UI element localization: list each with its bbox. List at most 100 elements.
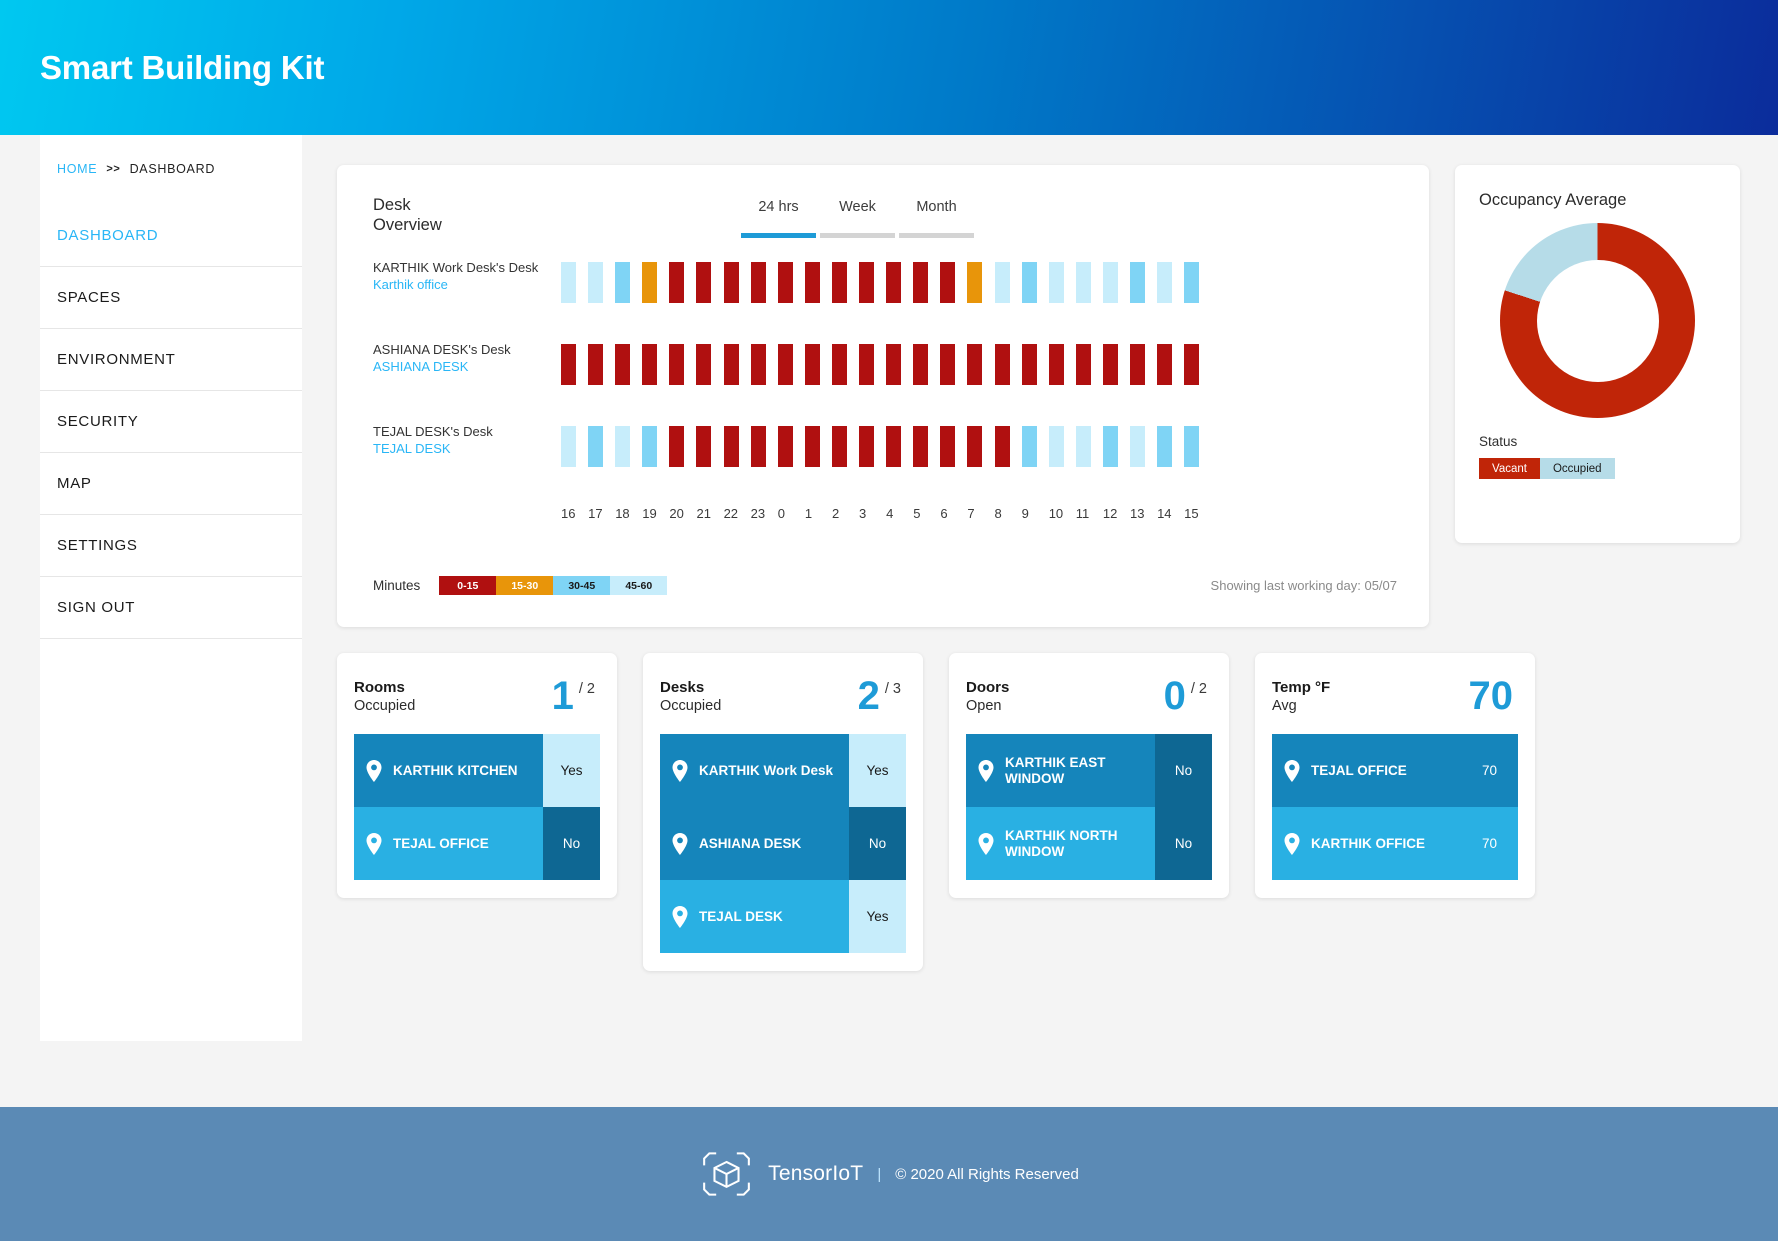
heatmap-row-location[interactable]: ASHIANA DESK xyxy=(373,359,561,376)
heatmap-cell[interactable] xyxy=(1075,344,1091,385)
heatmap-cell[interactable] xyxy=(913,344,929,385)
heatmap-cell[interactable] xyxy=(750,262,766,303)
app-title: Smart Building Kit xyxy=(40,48,325,86)
heatmap-cell[interactable] xyxy=(723,344,739,385)
stat-row[interactable]: KARTHIK OFFICE 70 xyxy=(1272,807,1518,881)
heatmap-cell[interactable] xyxy=(642,344,658,385)
heatmap-cell[interactable] xyxy=(561,344,576,385)
heatmap-cell[interactable] xyxy=(940,262,956,303)
stat-row[interactable]: TEJAL DESK Yes xyxy=(660,880,906,954)
heatmap-cell[interactable] xyxy=(642,426,658,467)
tab-week[interactable]: Week xyxy=(818,199,897,238)
heatmap-cell[interactable] xyxy=(1021,344,1037,385)
sidebar-item-dashboard[interactable]: DASHBOARD xyxy=(40,205,302,267)
heatmap-cell[interactable] xyxy=(994,344,1010,385)
stat-row[interactable]: KARTHIK EAST WINDOW No xyxy=(966,734,1212,808)
heatmap-cell[interactable] xyxy=(1021,426,1037,467)
heatmap-cell[interactable] xyxy=(831,262,847,303)
sidebar-item-spaces[interactable]: SPACES xyxy=(40,267,302,329)
heatmap-cell[interactable] xyxy=(777,426,793,467)
heatmap-cell[interactable] xyxy=(831,426,847,467)
heatmap-cell[interactable] xyxy=(804,426,820,467)
sidebar-item-settings[interactable]: SETTINGS xyxy=(40,515,302,577)
sidebar-item-security[interactable]: SECURITY xyxy=(40,391,302,453)
heatmap-row-location[interactable]: TEJAL DESK xyxy=(373,441,561,458)
heatmap-cell[interactable] xyxy=(615,344,631,385)
heatmap-cell[interactable] xyxy=(886,426,902,467)
heatmap-cell[interactable] xyxy=(777,262,793,303)
heatmap-cell[interactable] xyxy=(1184,344,1200,385)
heatmap-cell[interactable] xyxy=(615,426,631,467)
heatmap-cell[interactable] xyxy=(940,344,956,385)
breadcrumb-home[interactable]: HOME xyxy=(57,162,97,176)
heatmap-cell[interactable] xyxy=(615,262,631,303)
heatmap-cell[interactable] xyxy=(1102,262,1118,303)
heatmap-cell[interactable] xyxy=(967,426,983,467)
heatmap-cell[interactable] xyxy=(940,426,956,467)
heatmap-cell[interactable] xyxy=(588,426,604,467)
heatmap-cell[interactable] xyxy=(994,262,1010,303)
time-range-tabs: 24 hrs Week Month xyxy=(739,199,976,238)
heatmap-cell[interactable] xyxy=(1075,262,1091,303)
heatmap-cell[interactable] xyxy=(669,344,685,385)
stat-row[interactable]: ASHIANA DESK No xyxy=(660,807,906,881)
heatmap-cell[interactable] xyxy=(588,344,604,385)
heatmap-cell[interactable] xyxy=(1184,262,1200,303)
heatmap-cell[interactable] xyxy=(886,262,902,303)
stat-row[interactable]: KARTHIK KITCHEN Yes xyxy=(354,734,600,808)
heatmap-cell[interactable] xyxy=(696,344,712,385)
heatmap-row-location[interactable]: Karthik office xyxy=(373,277,561,294)
occupancy-legend-vacant[interactable]: Vacant xyxy=(1479,458,1540,479)
heatmap-cell[interactable] xyxy=(859,262,875,303)
stat-row[interactable]: KARTHIK NORTH WINDOW No xyxy=(966,807,1212,881)
stat-row[interactable]: KARTHIK Work Desk Yes xyxy=(660,734,906,808)
heatmap-cell[interactable] xyxy=(750,344,766,385)
heatmap-cell[interactable] xyxy=(1048,426,1064,467)
heatmap-cell[interactable] xyxy=(804,262,820,303)
heatmap-cell[interactable] xyxy=(831,344,847,385)
heatmap-cell[interactable] xyxy=(777,344,793,385)
heatmap-cell[interactable] xyxy=(1157,344,1173,385)
occupancy-legend-occupied[interactable]: Occupied xyxy=(1539,458,1615,479)
heatmap-cell[interactable] xyxy=(561,426,576,467)
heatmap-cell[interactable] xyxy=(1048,344,1064,385)
heatmap-cell[interactable] xyxy=(669,262,685,303)
stat-row[interactable]: TEJAL OFFICE 70 xyxy=(1272,734,1518,808)
tab-month[interactable]: Month xyxy=(897,199,976,238)
heatmap-cell[interactable] xyxy=(1129,262,1145,303)
heatmap-cell[interactable] xyxy=(750,426,766,467)
heatmap-cell[interactable] xyxy=(1184,426,1200,467)
sidebar-item-environment[interactable]: ENVIRONMENT xyxy=(40,329,302,391)
heatmap-cell[interactable] xyxy=(994,426,1010,467)
heatmap-cell[interactable] xyxy=(886,344,902,385)
heatmap-cell[interactable] xyxy=(723,262,739,303)
stat-row[interactable]: TEJAL OFFICE No xyxy=(354,807,600,881)
heatmap-cell[interactable] xyxy=(561,262,576,303)
heatmap-cell[interactable] xyxy=(1102,344,1118,385)
heatmap-cell[interactable] xyxy=(723,426,739,467)
heatmap-cell[interactable] xyxy=(913,426,929,467)
heatmap-cell[interactable] xyxy=(1157,426,1173,467)
heatmap-cell[interactable] xyxy=(1075,426,1091,467)
heatmap-cell[interactable] xyxy=(1021,262,1037,303)
heatmap-cell[interactable] xyxy=(1157,262,1173,303)
sidebar-item-sign-out[interactable]: SIGN OUT xyxy=(40,577,302,639)
heatmap-cell[interactable] xyxy=(859,426,875,467)
heatmap-cell[interactable] xyxy=(1048,262,1064,303)
sidebar-item-map[interactable]: MAP xyxy=(40,453,302,515)
heatmap-cell[interactable] xyxy=(913,262,929,303)
tab-24-hrs[interactable]: 24 hrs xyxy=(739,199,818,238)
heatmap-cell[interactable] xyxy=(1129,426,1145,467)
heatmap-cell[interactable] xyxy=(967,344,983,385)
heatmap-cell[interactable] xyxy=(1129,344,1145,385)
heatmap-cell[interactable] xyxy=(588,262,604,303)
heatmap-cell[interactable] xyxy=(696,262,712,303)
heatmap-cell[interactable] xyxy=(967,262,983,303)
heatmap-cell[interactable] xyxy=(696,426,712,467)
stat-card-title-block: Rooms Occupied xyxy=(354,679,552,714)
heatmap-cell[interactable] xyxy=(804,344,820,385)
heatmap-cell[interactable] xyxy=(642,262,658,303)
heatmap-cell[interactable] xyxy=(859,344,875,385)
heatmap-cell[interactable] xyxy=(1102,426,1118,467)
heatmap-cell[interactable] xyxy=(669,426,685,467)
